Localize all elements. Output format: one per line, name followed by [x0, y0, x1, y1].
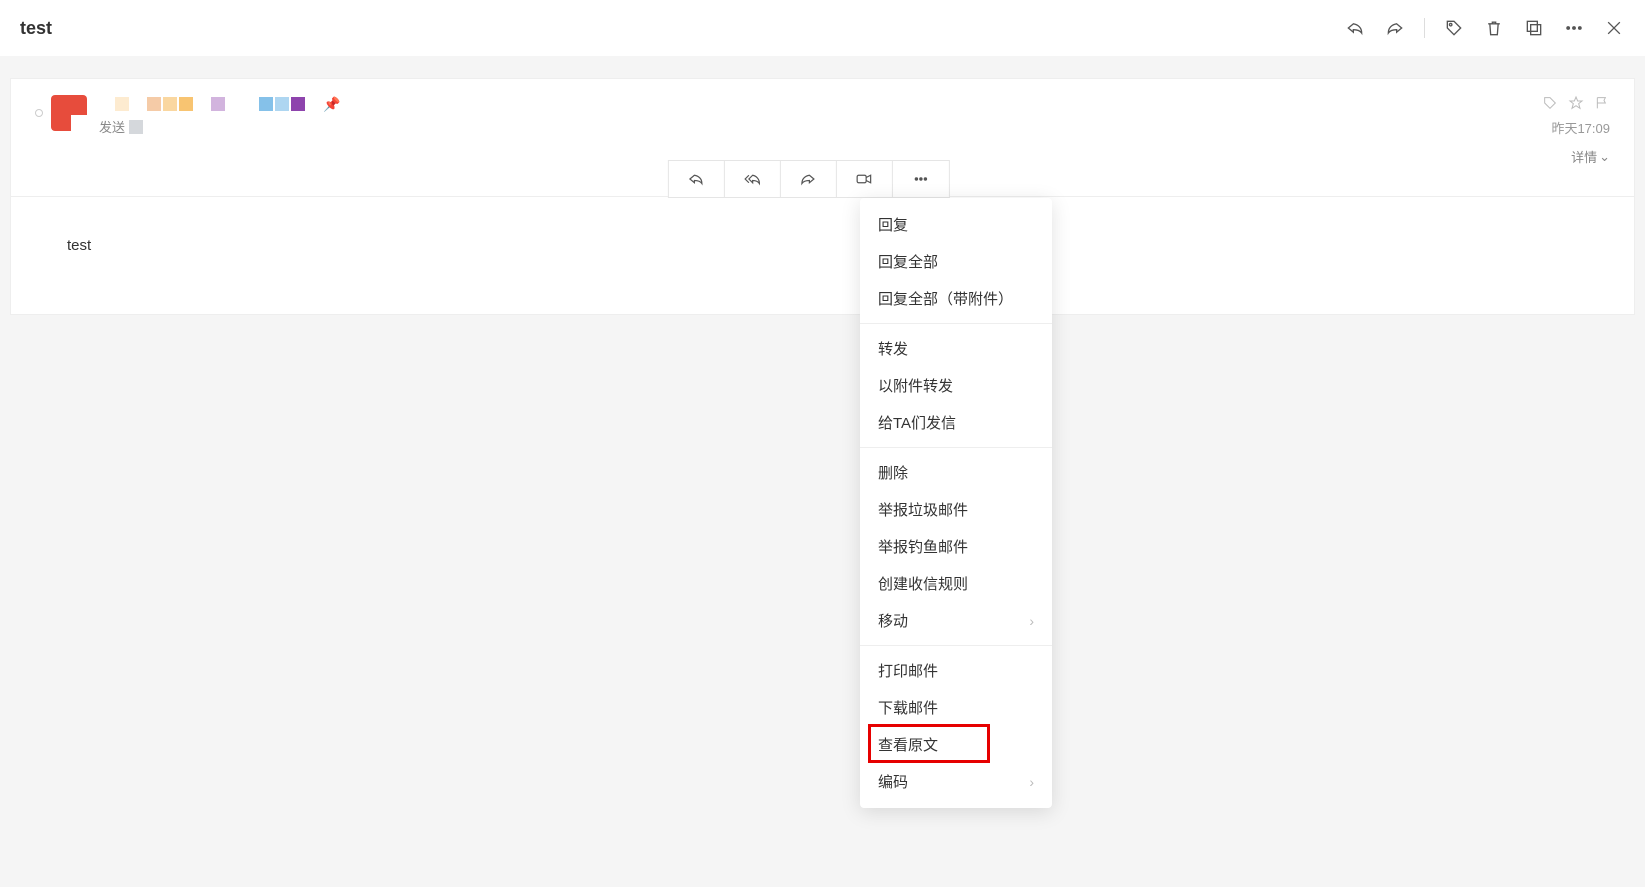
star-icon[interactable]	[1568, 95, 1584, 114]
tb-more-icon[interactable]	[892, 161, 948, 197]
menu-encoding[interactable]: 编码›	[860, 763, 1052, 800]
sender-area: 📌 发送	[99, 95, 1511, 166]
reply-icon[interactable]	[1344, 17, 1366, 39]
details-toggle[interactable]: 详情 ⌄	[1511, 147, 1610, 166]
tb-reply-all-icon[interactable]	[724, 161, 780, 197]
close-icon[interactable]	[1603, 17, 1625, 39]
menu-compose-to[interactable]: 给TA们发信	[860, 404, 1052, 441]
menu-create-rule[interactable]: 创建收信规则	[860, 565, 1052, 602]
timestamp: 昨天17:09	[1551, 118, 1610, 137]
mail-body: test	[11, 196, 1634, 314]
header-actions	[1344, 17, 1625, 39]
sender-name-redacted: 📌	[99, 95, 1511, 113]
menu-print[interactable]: 打印邮件	[860, 652, 1052, 689]
menu-download[interactable]: 下载邮件	[860, 689, 1052, 726]
menu-forward[interactable]: 转发	[860, 330, 1052, 367]
delete-icon[interactable]	[1483, 17, 1505, 39]
tb-video-icon[interactable]	[836, 161, 892, 197]
menu-reply-all-attach[interactable]: 回复全部（带附件）	[860, 280, 1052, 317]
menu-reply-all[interactable]: 回复全部	[860, 243, 1052, 280]
menu-reply[interactable]: 回复	[860, 206, 1052, 243]
body-text: test	[67, 237, 91, 254]
mail-subject: test	[20, 18, 52, 39]
forward-icon[interactable]	[1384, 17, 1406, 39]
menu-delete[interactable]: 删除	[860, 454, 1052, 491]
tb-reply-icon[interactable]	[668, 161, 724, 197]
menu-view-source[interactable]: 查看原文	[860, 726, 1052, 763]
flag-icon[interactable]	[1594, 95, 1610, 114]
chevron-right-icon: ›	[1029, 613, 1034, 629]
chevron-right-icon: ›	[1029, 774, 1034, 790]
menu-move[interactable]: 移动›	[860, 602, 1052, 639]
chevron-down-icon: ⌄	[1599, 149, 1610, 165]
separator	[1424, 18, 1425, 38]
menu-report-spam[interactable]: 举报垃圾邮件	[860, 491, 1052, 528]
window-icon[interactable]	[1523, 17, 1545, 39]
unread-dot	[35, 109, 43, 117]
send-to-line: 发送	[99, 117, 1511, 136]
menu-forward-attach[interactable]: 以附件转发	[860, 367, 1052, 404]
sender-avatar[interactable]	[51, 95, 87, 131]
label-icon[interactable]	[1542, 95, 1558, 114]
send-to-label: 发送	[99, 117, 125, 136]
tb-forward-icon[interactable]	[780, 161, 836, 197]
message-toolbar	[667, 160, 949, 198]
card-meta: 昨天17:09 详情 ⌄	[1511, 95, 1610, 166]
tag-icon[interactable]	[1443, 17, 1465, 39]
menu-report-phishing[interactable]: 举报钓鱼邮件	[860, 528, 1052, 565]
mail-header: test	[0, 0, 1645, 56]
mail-card: 📌 发送 昨天17:09 详情 ⌄	[10, 78, 1635, 315]
more-icon[interactable]	[1563, 17, 1585, 39]
more-actions-menu: 回复 回复全部 回复全部（带附件） 转发 以附件转发 给TA们发信 删除 举报垃…	[860, 198, 1052, 808]
